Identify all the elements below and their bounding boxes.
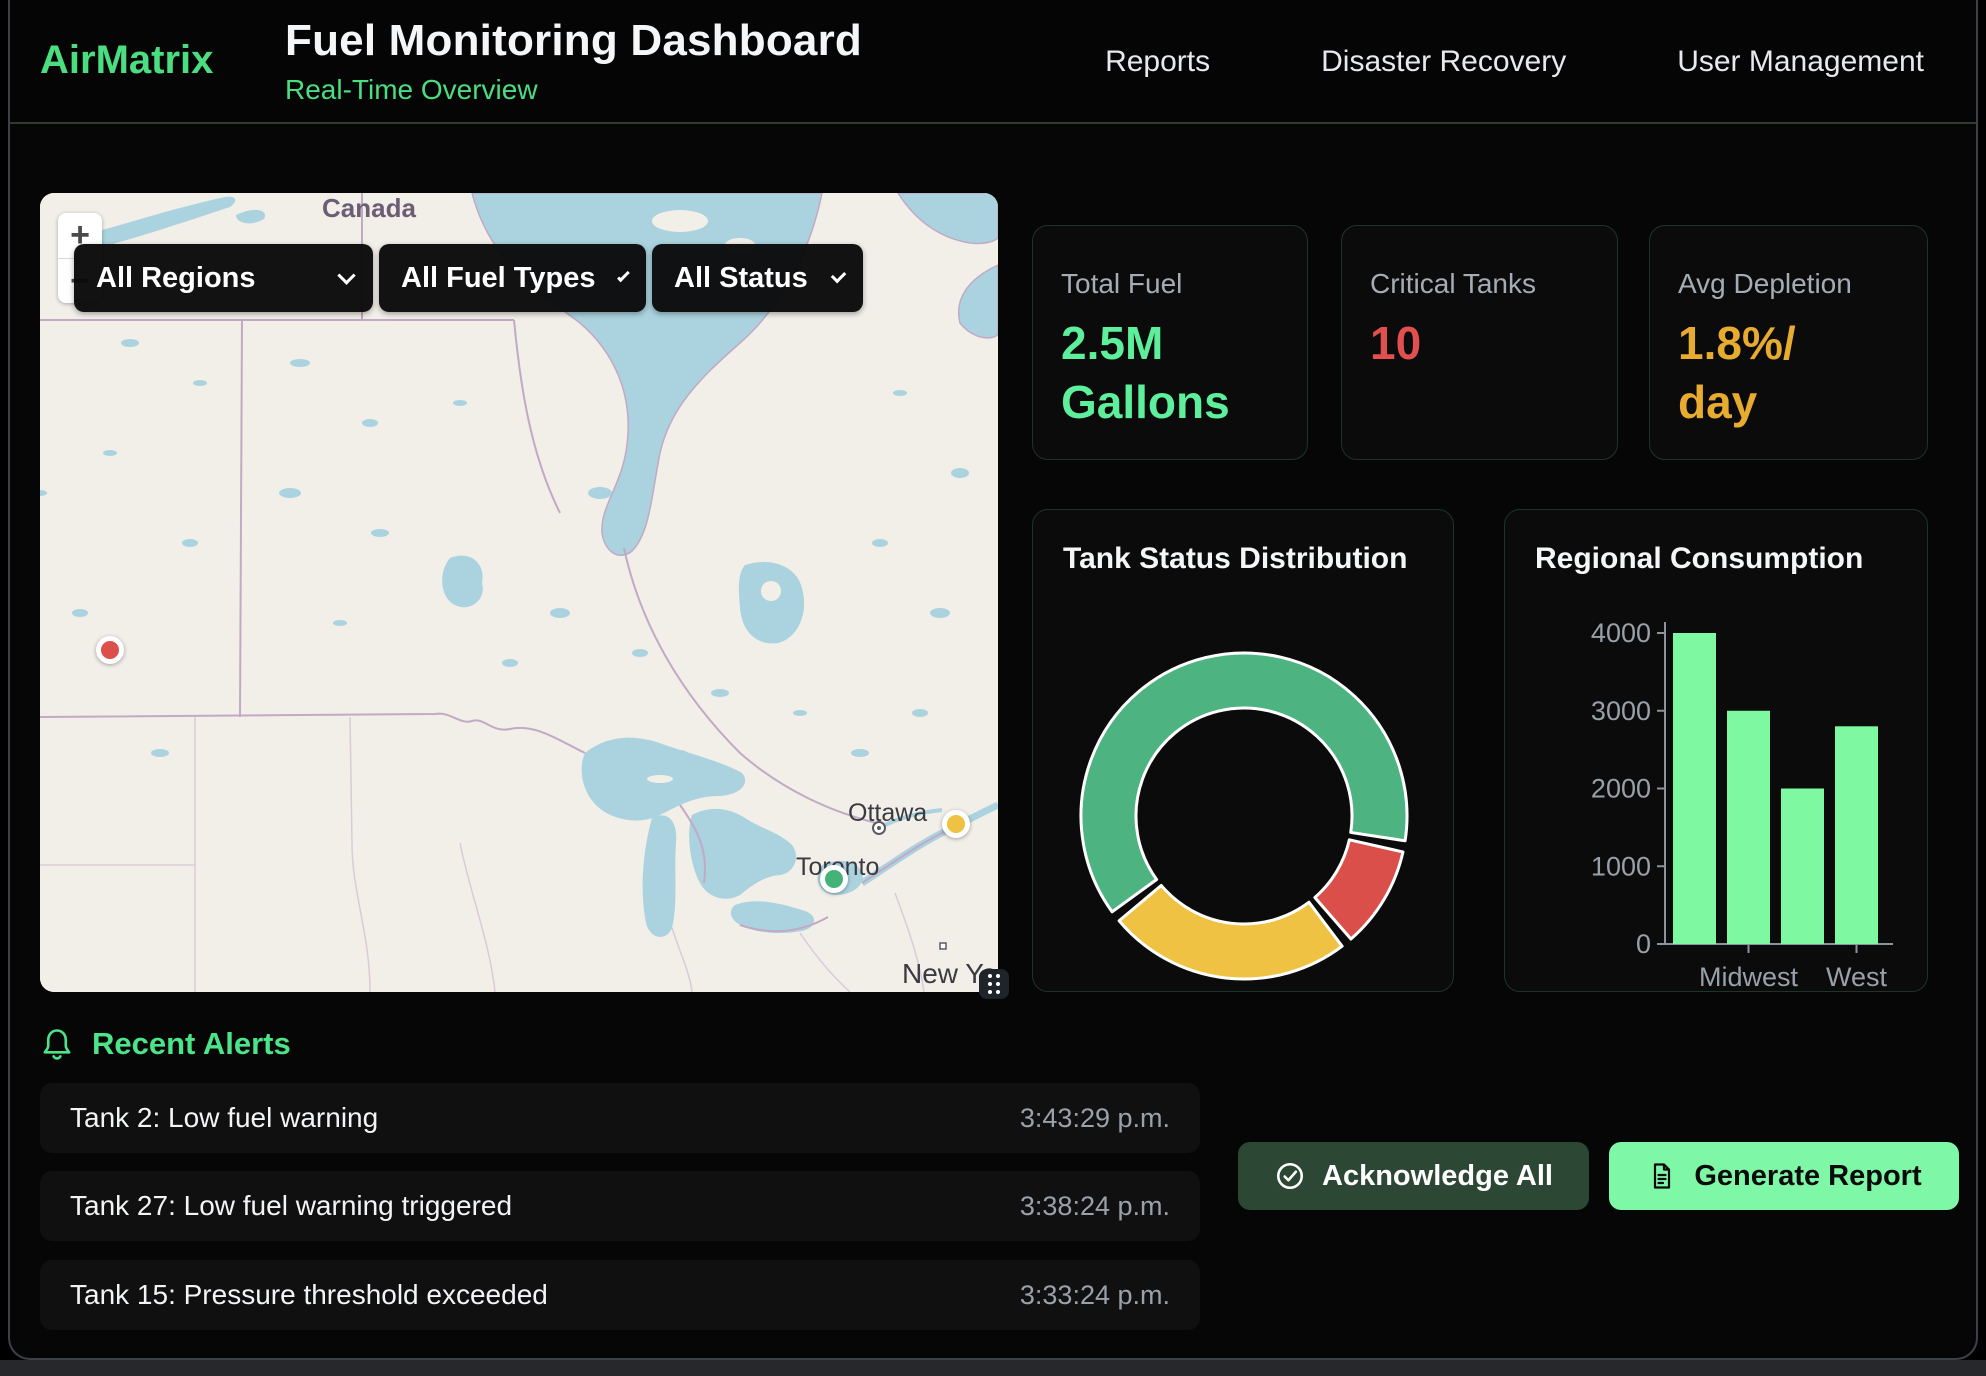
- nav-reports[interactable]: Reports: [1105, 45, 1210, 79]
- stat-card-total-fuel: Total Fuel 2.5MGallons: [1032, 225, 1308, 460]
- generate-report-button[interactable]: Generate Report: [1609, 1142, 1959, 1210]
- document-icon: [1646, 1161, 1678, 1191]
- window-bottom-edge: [0, 1360, 1986, 1376]
- tank-marker-critical[interactable]: [96, 636, 124, 664]
- stat-label: Total Fuel: [1061, 268, 1279, 300]
- alert-text: Tank 2: Low fuel warning: [70, 1102, 378, 1134]
- stat-value: 10: [1370, 314, 1589, 373]
- alert-text: Tank 15: Pressure threshold exceeded: [70, 1279, 548, 1311]
- alert-time: 3:38:24 p.m.: [1020, 1191, 1170, 1222]
- header: AirMatrix Fuel Monitoring Dashboard Real…: [10, 0, 1976, 124]
- regional-consumption-card: Regional Consumption 0 1000 2000 3000 4000 Mi…: [1504, 509, 1928, 992]
- alert-row: Tank 2: Low fuel warning 3:43:29 p.m.: [40, 1083, 1200, 1153]
- map-panel: Canada Ottawa Toronto New York + − All R…: [40, 193, 998, 992]
- bar-0: [1673, 633, 1716, 944]
- stat-card-critical-tanks: Critical Tanks 10: [1341, 225, 1618, 460]
- svg-text:2000: 2000: [1591, 774, 1651, 804]
- svg-text:4000: 4000: [1591, 618, 1651, 648]
- stat-value: 1.8%/day: [1678, 314, 1899, 432]
- map-filters: All Regions All Fuel Types All Status: [74, 244, 863, 312]
- alert-time: 3:33:24 p.m.: [1020, 1280, 1170, 1311]
- tank-status-card: Tank Status Distribution: [1032, 509, 1454, 992]
- alert-row: Tank 27: Low fuel warning triggered 3:38…: [40, 1171, 1200, 1241]
- check-circle-icon: [1274, 1160, 1306, 1192]
- alert-row: Tank 15: Pressure threshold exceeded 3:3…: [40, 1260, 1200, 1330]
- page-title: Fuel Monitoring Dashboard: [285, 16, 862, 66]
- stat-card-avg-depletion: Avg Depletion 1.8%/day: [1649, 225, 1928, 460]
- newyork-town-dot: [940, 943, 946, 949]
- map-label-ottawa: Ottawa: [848, 799, 927, 827]
- bell-icon: [40, 1026, 74, 1062]
- acknowledge-all-button[interactable]: Acknowledge All: [1238, 1142, 1589, 1210]
- fuel-type-filter-dropdown[interactable]: All Fuel Types: [379, 244, 646, 312]
- donut-chart: [1033, 510, 1455, 991]
- map-canvas[interactable]: Canada Ottawa Toronto New York: [40, 193, 998, 992]
- dashboard-frame: AirMatrix Fuel Monitoring Dashboard Real…: [8, 0, 1978, 1360]
- map-label-canada: Canada: [322, 193, 416, 223]
- tank-marker-normal[interactable]: [820, 865, 848, 893]
- generate-report-label: Generate Report: [1694, 1160, 1921, 1193]
- nav-user-management[interactable]: User Management: [1677, 45, 1924, 79]
- alert-text: Tank 27: Low fuel warning triggered: [70, 1190, 512, 1222]
- donut-segment-warning: [1119, 885, 1342, 979]
- acknowledge-all-label: Acknowledge All: [1322, 1160, 1553, 1193]
- alert-time: 3:43:29 p.m.: [1020, 1103, 1170, 1134]
- bar-1: [1727, 711, 1770, 944]
- nav-disaster-recovery[interactable]: Disaster Recovery: [1321, 45, 1566, 79]
- tank-marker-warning[interactable]: [942, 810, 970, 838]
- fuel-type-filter-label: All Fuel Types: [401, 262, 595, 295]
- map-resize-handle[interactable]: [979, 969, 1009, 999]
- stat-label: Avg Depletion: [1678, 268, 1899, 300]
- svg-text:Midwest: Midwest: [1699, 962, 1799, 991]
- svg-text:West: West: [1826, 962, 1888, 991]
- region-filter-dropdown[interactable]: All Regions: [74, 244, 373, 312]
- status-filter-dropdown[interactable]: All Status: [652, 244, 863, 312]
- tank-status-title: Tank Status Distribution: [1063, 542, 1407, 576]
- stat-label: Critical Tanks: [1370, 268, 1589, 300]
- svg-text:3000: 3000: [1591, 696, 1651, 726]
- main-nav: Reports Disaster Recovery User Managemen…: [1105, 0, 1924, 124]
- svg-text:1000: 1000: [1591, 851, 1651, 881]
- alerts-title: Recent Alerts: [92, 1026, 291, 1062]
- title-block: Fuel Monitoring Dashboard Real-Time Over…: [285, 16, 862, 106]
- chevron-down-icon: [618, 269, 630, 281]
- regional-consumption-title: Regional Consumption: [1535, 542, 1863, 576]
- app-logo: AirMatrix: [40, 38, 213, 83]
- page-subtitle: Real-Time Overview: [285, 74, 862, 106]
- status-filter-label: All Status: [674, 262, 808, 295]
- alerts-header: Recent Alerts: [40, 1026, 291, 1062]
- donut-segment-critical: [1315, 840, 1403, 939]
- bar-3: [1835, 726, 1878, 944]
- stat-value: 2.5MGallons: [1061, 314, 1279, 432]
- svg-text:0: 0: [1636, 929, 1651, 959]
- bar-chart: 0 1000 2000 3000 4000 Midwest West: [1505, 510, 1929, 991]
- region-filter-label: All Regions: [96, 262, 256, 295]
- chevron-down-icon: [831, 267, 847, 283]
- chevron-down-icon: [337, 266, 355, 284]
- bar-2: [1781, 789, 1824, 945]
